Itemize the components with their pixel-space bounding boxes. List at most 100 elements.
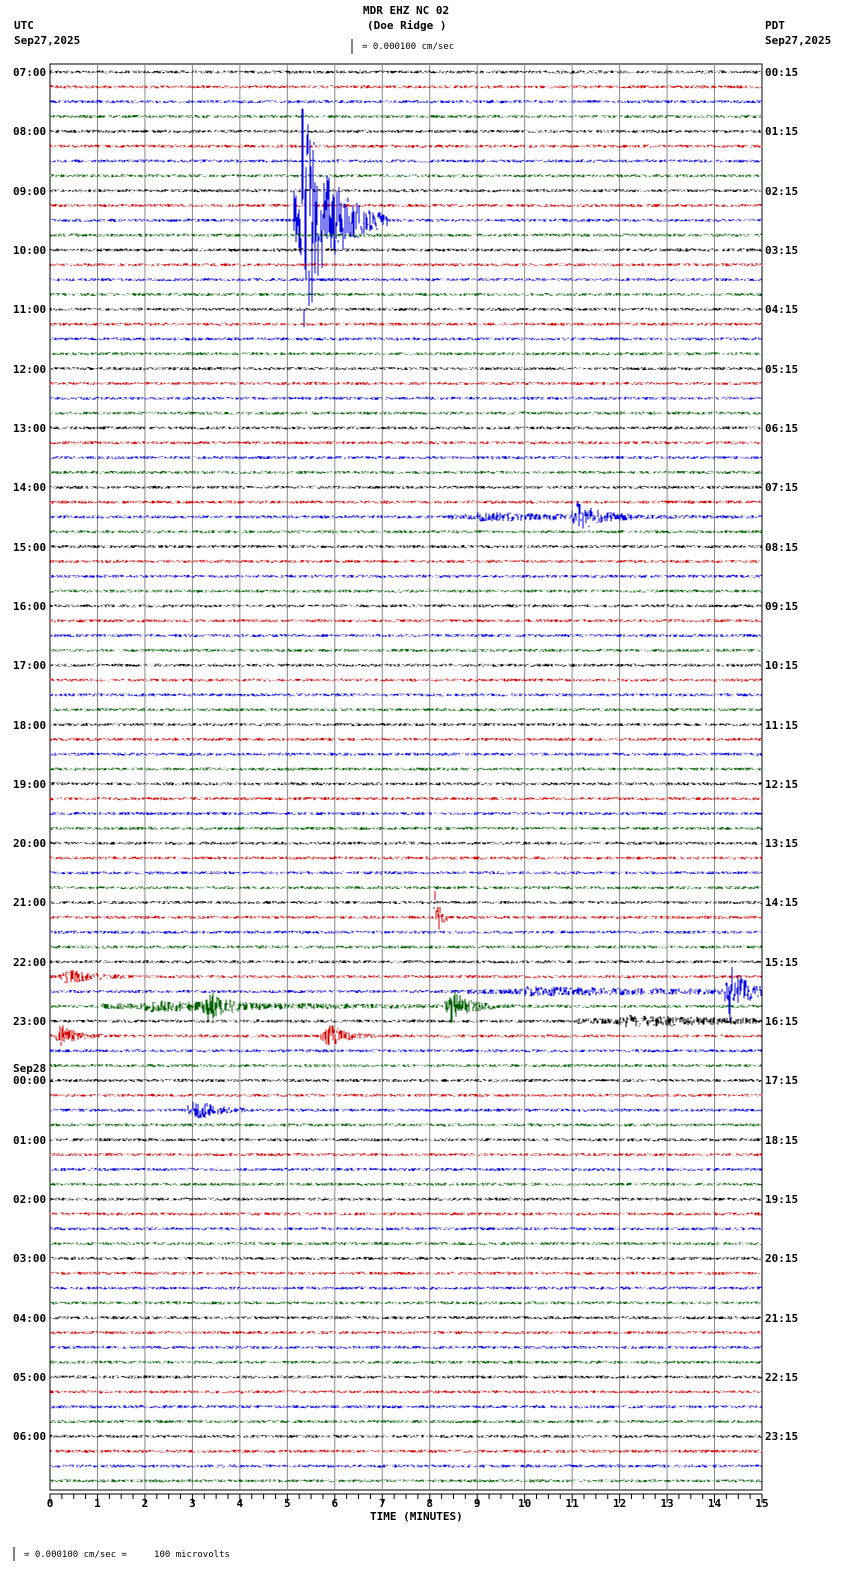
- seismic-trace: [49, 485, 763, 489]
- seismic-trace: [49, 292, 763, 296]
- x-tick-label: 14: [708, 1497, 722, 1510]
- seismic-trace: [49, 1375, 763, 1379]
- pdt-hour-label: 14:15: [765, 896, 799, 910]
- x-tick-label: 9: [474, 1497, 481, 1510]
- seismic-trace: [49, 278, 763, 282]
- seismic-trace: [49, 114, 763, 119]
- seismic-trace: [49, 1271, 763, 1275]
- seismic-trace: [49, 663, 763, 667]
- utc-hour-label: 00:00: [13, 1074, 47, 1088]
- pdt-hour-label: 15:15: [765, 955, 799, 969]
- seismic-trace: [49, 797, 763, 801]
- seismic-trace: [49, 693, 763, 697]
- seismic-trace: [50, 1123, 763, 1127]
- utc-hour-label: 15:00: [13, 540, 47, 554]
- seismic-trace: [49, 1242, 763, 1246]
- left-date: Sep27,2025: [14, 34, 81, 47]
- seismic-trace: [49, 1345, 763, 1349]
- seismic-trace: [49, 70, 763, 74]
- utc-hour-label: 17:00: [13, 659, 47, 673]
- seismic-trace: [49, 633, 763, 638]
- seismic-trace: [49, 1025, 762, 1048]
- seismic-trace: [49, 1464, 763, 1468]
- seismic-trace: [49, 619, 763, 623]
- utc-hour-label: 16:00: [13, 599, 47, 613]
- utc-hour-label: 08:00: [13, 125, 47, 139]
- seismic-trace: [49, 1015, 763, 1028]
- pdt-hour-label: 08:15: [765, 540, 799, 554]
- seismic-trace: [49, 737, 763, 741]
- x-tick-label: 6: [331, 1497, 338, 1510]
- seismic-trace: [49, 708, 763, 712]
- seismic-trace: [49, 1049, 763, 1053]
- pdt-hour-label: 21:15: [765, 1311, 799, 1325]
- x-axis-label: TIME (MINUTES): [370, 1510, 463, 1523]
- x-tick-label: 8: [426, 1497, 433, 1510]
- utc-hour-label: 18:00: [13, 718, 47, 732]
- pdt-hour-label: 02:15: [765, 184, 799, 198]
- seismic-trace: [49, 891, 763, 930]
- right-date: Sep27,2025: [765, 34, 832, 47]
- utc-hour-label: 23:00: [13, 1015, 47, 1029]
- pdt-hour-label: 16:15: [765, 1015, 799, 1029]
- seismic-trace: [49, 1479, 763, 1483]
- seismic-trace: [49, 367, 763, 371]
- seismic-trace: [49, 648, 763, 652]
- seismic-trace: [49, 1360, 763, 1364]
- utc-hour-label: 19:00: [13, 777, 47, 791]
- station-name: (Doe Ridge ): [367, 19, 447, 32]
- seismic-trace: [49, 826, 763, 830]
- utc-hour-label: 14:00: [13, 481, 47, 495]
- utc-hour-label: 05:00: [13, 1371, 47, 1385]
- seismic-trace: [49, 1301, 763, 1305]
- seismic-trace: [49, 841, 763, 845]
- seismic-trace: [49, 1064, 763, 1068]
- seismic-trace: [49, 1078, 763, 1082]
- seismic-trace: [49, 856, 763, 860]
- seismic-trace: [49, 678, 763, 682]
- seismic-trace: [49, 1405, 763, 1409]
- x-tick-label: 4: [237, 1497, 244, 1510]
- seismic-trace: [49, 159, 763, 163]
- seismic-trace: [49, 1101, 763, 1119]
- seismic-trace: [49, 969, 763, 984]
- seismic-trace: [49, 426, 763, 430]
- utc-hour-label: 11:00: [13, 303, 47, 317]
- pdt-hour-label: 10:15: [765, 659, 799, 673]
- pdt-hour-label: 09:15: [765, 599, 799, 613]
- seismic-trace: [49, 1167, 763, 1171]
- date-change-label: Sep28: [13, 1062, 47, 1076]
- x-tick-label: 2: [142, 1497, 149, 1510]
- seismic-trace: [49, 1138, 763, 1142]
- x-tick-label: 15: [755, 1497, 768, 1510]
- pdt-hour-label: 04:15: [765, 303, 799, 317]
- pdt-hour-label: 19:15: [765, 1193, 799, 1207]
- seismic-trace: [49, 1093, 763, 1097]
- seismic-trace: [49, 545, 763, 549]
- left-timezone: UTC: [14, 19, 34, 32]
- seismic-trace: [49, 1227, 763, 1231]
- x-tick-label: 11: [566, 1497, 580, 1510]
- utc-hour-label: 04:00: [13, 1311, 47, 1325]
- pdt-hour-label: 05:15: [765, 362, 799, 376]
- x-tick-label: 12: [613, 1497, 626, 1510]
- utc-hour-label: 13:00: [13, 421, 47, 435]
- seismic-trace: [49, 782, 763, 786]
- seismic-trace: [49, 381, 763, 385]
- station-title: MDR EHZ NC 02: [363, 4, 450, 17]
- seismic-trace: [49, 500, 763, 504]
- seismic-trace: [49, 174, 763, 178]
- seismic-trace: [49, 307, 763, 311]
- seismic-trace: [49, 248, 763, 252]
- scale-label: = 0.000100 cm/sec: [362, 42, 455, 52]
- seismic-trace: [49, 722, 763, 727]
- seismic-trace: [49, 337, 763, 341]
- seismic-trace: [49, 396, 763, 400]
- utc-hour-label: 06:00: [13, 1430, 47, 1444]
- utc-hour-label: 09:00: [13, 184, 47, 198]
- seismic-trace: [49, 263, 763, 267]
- seismic-trace: [49, 501, 763, 529]
- utc-hour-label: 12:00: [13, 362, 47, 376]
- seismic-trace: [49, 129, 763, 133]
- seismic-trace: [49, 945, 763, 949]
